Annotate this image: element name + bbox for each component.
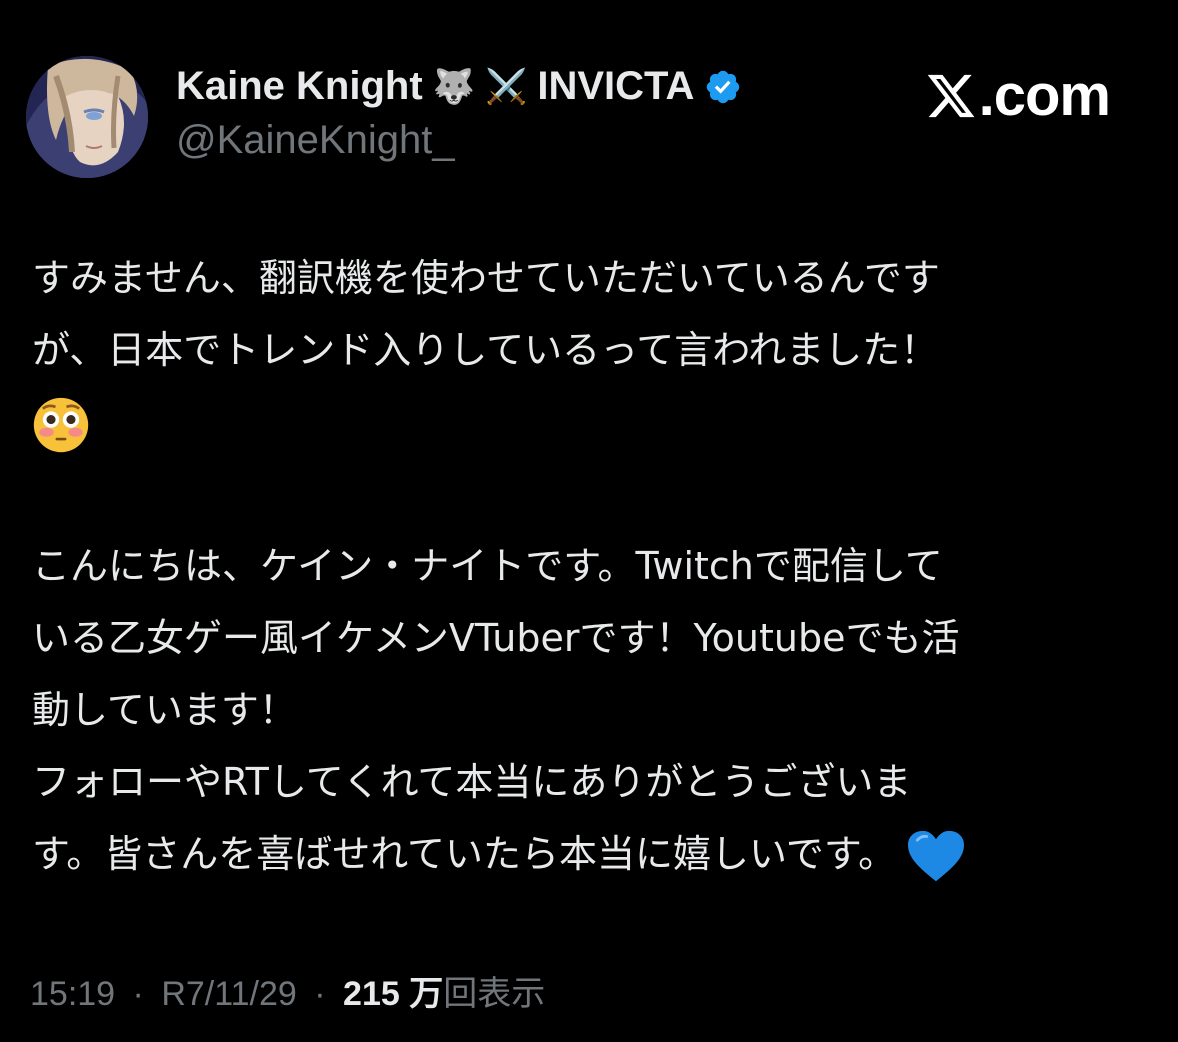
post-line-7-row: す。皆さんを喜ばせれていたら本当に嬉しいです。	[32, 818, 1152, 890]
post-line-7: す。皆さんを喜ばせれていたら本当に嬉しいです。	[32, 832, 897, 876]
post-time[interactable]: 15:19	[30, 975, 115, 1013]
flushed-face-icon	[33, 397, 89, 452]
meta-separator: ·	[314, 975, 326, 1013]
author-display-name[interactable]: Kaine Knight	[176, 64, 423, 109]
post-line-1: すみません、翻訳機を使わせていただいているんです	[32, 256, 940, 300]
post-line-3: こんにちは、ケイン・ナイトです。Twitchで配信して	[32, 544, 943, 588]
post-header: Kaine Knight 🐺 ⚔️ INVICTA @KaineKnight_ …	[26, 56, 1146, 178]
post-emoji-line	[32, 386, 1152, 458]
wolf-icon: 🐺	[432, 66, 476, 107]
avatar[interactable]	[26, 56, 148, 178]
author-handle[interactable]: @KaineKnight_	[176, 118, 455, 163]
post-line-6: フォローやRTしてくれて本当にありがとうございま	[32, 760, 912, 804]
post-line-5: 動しています！	[32, 688, 297, 732]
crossed-swords-icon: ⚔️	[485, 66, 528, 107]
post-date[interactable]: R7/11/29	[161, 975, 296, 1013]
meta-separator: ·	[132, 975, 144, 1013]
post-line-2: が、日本でトレンド入りしているって言われました！	[32, 328, 939, 372]
verified-badge-icon[interactable]	[704, 68, 742, 106]
views-count[interactable]: 215 万	[343, 975, 443, 1013]
avatar-image	[26, 56, 148, 178]
site-watermark: .com	[925, 62, 1111, 129]
author-name-row: Kaine Knight 🐺 ⚔️ INVICTA	[176, 64, 742, 109]
views-label[interactable]: 回表示	[443, 975, 545, 1013]
blue-heart-icon	[908, 830, 965, 881]
post-meta: 15:19 · R7/11/29 · 215 万回表示	[30, 966, 545, 1015]
post-line-4: いる乙女ゲー風イケメンVTuberです！Youtubeでも活	[32, 616, 960, 660]
post-text: すみません、翻訳機を使わせていただいているんです が、日本でトレンド入りしている…	[32, 242, 1152, 890]
author-tag[interactable]: INVICTA	[537, 64, 694, 109]
x-logo-icon	[927, 74, 975, 117]
site-dotcom: .com	[978, 63, 1111, 128]
